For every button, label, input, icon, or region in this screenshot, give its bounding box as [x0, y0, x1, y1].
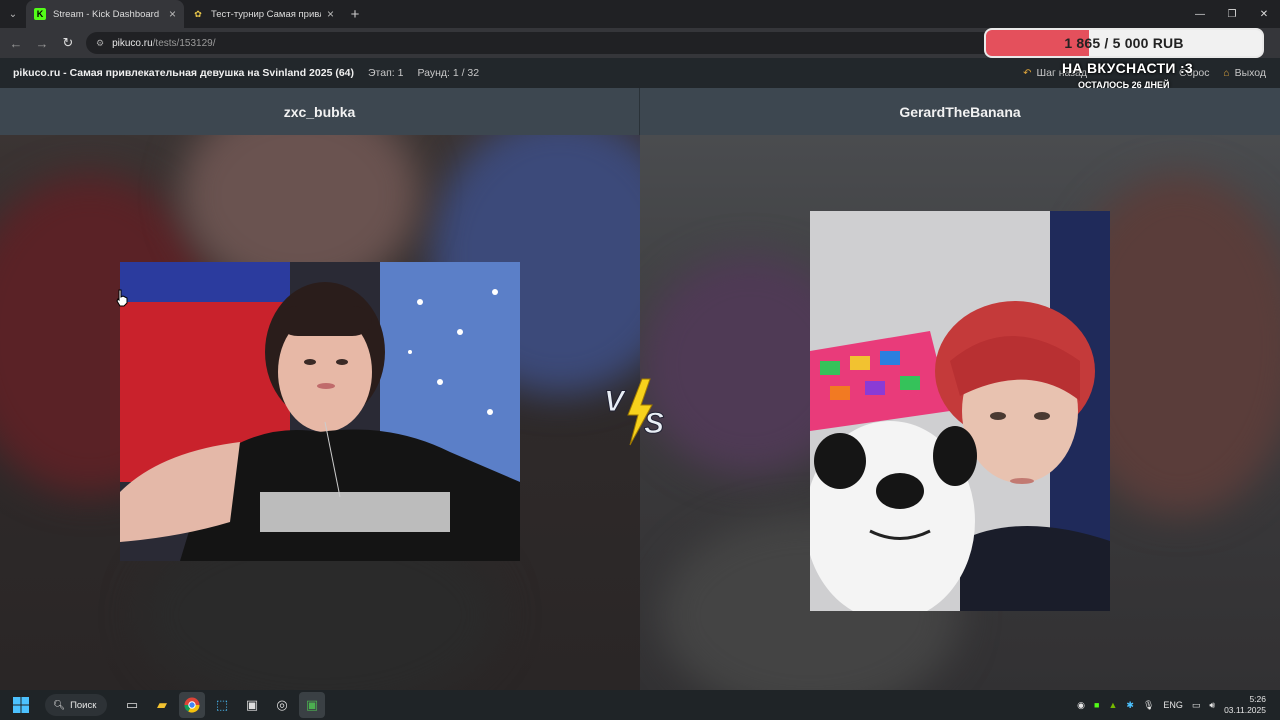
- restore-icon[interactable]: ❐: [1216, 0, 1248, 28]
- home-icon: ⌂: [1223, 67, 1230, 79]
- right-contestant-photo[interactable]: [810, 211, 1110, 611]
- close-window-icon[interactable]: ✕: [1248, 0, 1280, 28]
- donation-goal-bar: 1 865 / 5 000 RUB: [984, 28, 1264, 58]
- right-photo-illustration: [810, 211, 1110, 611]
- test-title: pikuco.ru - Самая привлекательная девушк…: [13, 67, 354, 79]
- start-menu-icon[interactable]: [7, 691, 35, 719]
- volume-icon[interactable]: 🔊︎: [1209, 700, 1215, 711]
- donation-amount: 1 865 / 5 000 RUB: [1064, 35, 1184, 51]
- pikuco-favicon-icon: ✿: [194, 8, 202, 19]
- left-photo-illustration: [120, 262, 520, 561]
- minimize-icon[interactable]: —: [1184, 0, 1216, 28]
- network-icon[interactable]: ▭: [1192, 700, 1201, 711]
- round-label: Раунд: 1 / 32: [417, 67, 480, 79]
- app-window-icon[interactable]: ▣: [239, 692, 265, 718]
- obs-icon[interactable]: ◎: [269, 692, 295, 718]
- undo-icon: ↶: [1023, 67, 1032, 79]
- taskbar-clock[interactable]: 5:26 03.11.2025: [1224, 694, 1266, 716]
- tab-title: Stream - Kick Dashboard: [53, 8, 160, 20]
- snipping-tool-icon[interactable]: ⬚: [209, 692, 235, 718]
- close-tab-icon[interactable]: ×: [169, 7, 176, 21]
- task-view-icon[interactable]: ▭: [119, 692, 145, 718]
- tray-green-app-icon[interactable]: ■: [1094, 700, 1099, 710]
- browser-tabstrip: ⌄ K Stream - Kick Dashboard × ✿ Тест-тур…: [0, 0, 1280, 28]
- file-explorer-icon[interactable]: ▰: [149, 692, 175, 718]
- tab-kick-dashboard[interactable]: K Stream - Kick Dashboard ×: [26, 0, 184, 28]
- system-tray: ◉ ■ ▲ ✱ 🎙︎ ENG ▭ 🔊︎ 5:26 03.11.2025: [1077, 690, 1280, 720]
- contestant-names-row: zxc_bubka GerardTheBanana: [0, 88, 1280, 135]
- url-host: pikuco.ru: [112, 37, 153, 49]
- chrome-icon[interactable]: [179, 692, 205, 718]
- vs-letter-v: V: [604, 385, 627, 418]
- tab-pikuco-test[interactable]: ✿ Тест-турнир Самая привлекат ×: [184, 0, 342, 28]
- microphone-icon[interactable]: 🎙︎: [1143, 700, 1154, 711]
- url-path: /tests/153129/: [152, 37, 216, 49]
- site-info-icon[interactable]: ⚙: [96, 38, 104, 49]
- forward-arrow-icon[interactable]: →: [30, 31, 54, 55]
- chrome-logo-icon: [184, 697, 200, 713]
- window-controls: — ❐ ✕: [1184, 0, 1280, 28]
- back-arrow-icon[interactable]: ←: [4, 31, 28, 55]
- tab-title: Тест-турнир Самая привлекат: [211, 8, 321, 20]
- tab-search-chevron-icon[interactable]: ⌄: [0, 0, 26, 28]
- language-indicator[interactable]: ENG: [1163, 700, 1183, 710]
- hand-cursor-icon: [116, 289, 128, 307]
- right-contestant-name[interactable]: GerardTheBanana: [640, 88, 1280, 135]
- right-contestant-panel[interactable]: [640, 135, 1280, 691]
- taskbar-search-label: Поиск: [70, 699, 97, 711]
- clock-date: 03.11.2025: [1224, 705, 1266, 715]
- kick-logo-icon: K: [34, 8, 46, 20]
- reload-icon[interactable]: ↻: [56, 31, 80, 55]
- clock-time: 5:26: [1249, 694, 1266, 704]
- search-icon: 🔍︎: [53, 699, 66, 711]
- windows-taskbar: 🔍︎ Поиск ▭ ▰ ⬚ ▣ ◎ ▣ ◉ ■ ▲ ✱ 🎙︎ ENG ▭ 🔊︎…: [0, 690, 1280, 720]
- bluetooth-icon[interactable]: ✱: [1126, 700, 1134, 711]
- windows-logo-icon: [13, 697, 29, 713]
- left-contestant-photo[interactable]: [120, 262, 520, 561]
- tray-app-icon[interactable]: ◉: [1077, 700, 1085, 711]
- exit-label: Выход: [1234, 67, 1266, 79]
- taskbar-search-button[interactable]: 🔍︎ Поиск: [45, 694, 107, 716]
- new-tab-icon[interactable]: +: [342, 0, 368, 28]
- stage-label: Этап: 1: [368, 67, 404, 79]
- left-contestant-panel[interactable]: [0, 135, 640, 691]
- donation-goal-title: НА ВКУСНАСТИ :3: [1062, 60, 1194, 76]
- minecraft-icon[interactable]: ▣: [299, 692, 325, 718]
- close-tab-icon[interactable]: ×: [327, 7, 334, 21]
- versus-badge: V S: [604, 378, 665, 446]
- voting-stage: V S: [0, 135, 1280, 691]
- nvidia-icon[interactable]: ▲: [1108, 700, 1117, 710]
- exit-button[interactable]: ⌂ Выход: [1224, 67, 1266, 79]
- left-contestant-name[interactable]: zxc_bubka: [0, 88, 640, 135]
